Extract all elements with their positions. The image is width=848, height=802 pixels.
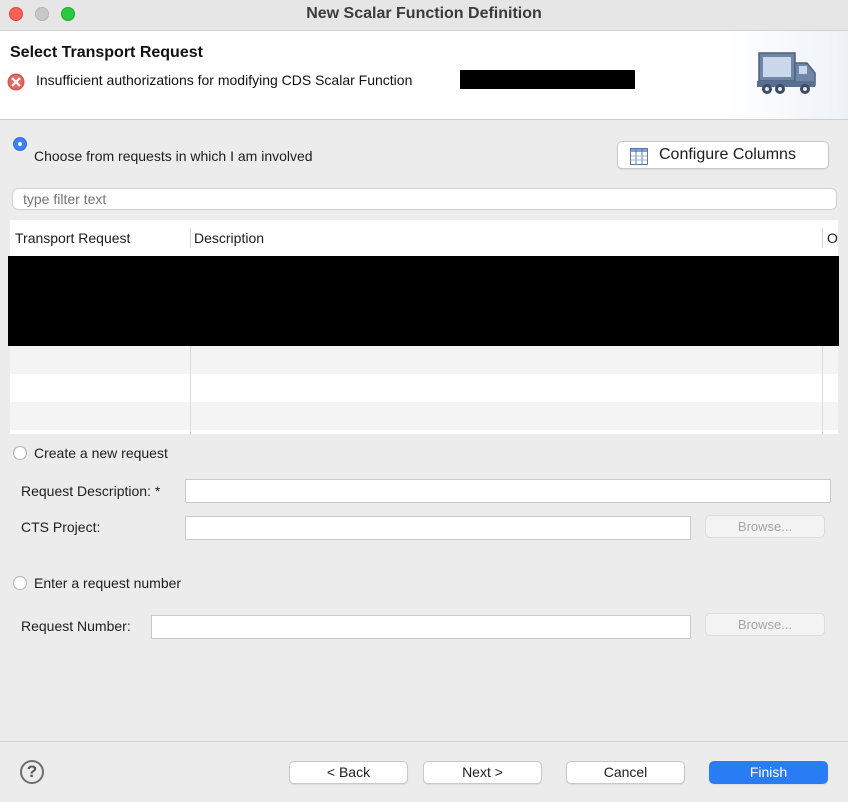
cts-project-browse-button[interactable]: Browse... [705, 515, 825, 538]
redacted-table-rows [8, 256, 839, 346]
create-request-label: Create a new request [34, 445, 168, 461]
column-header-transport-request[interactable]: Transport Request [15, 230, 130, 246]
enter-request-number-label: Enter a request number [34, 575, 182, 591]
wizard-header: Select Transport Request Insufficient au… [0, 31, 848, 120]
page-title: Select Transport Request [10, 44, 203, 61]
window-titlebar: New Scalar Function Definition [0, 0, 848, 31]
create-request-radio[interactable] [13, 446, 27, 460]
redacted-function-name [460, 70, 635, 89]
choose-request-label: Choose from requests in which I am invol… [34, 148, 313, 164]
column-header-owner[interactable]: O [827, 230, 838, 246]
table-row[interactable] [10, 402, 838, 430]
request-description-label: Request Description: * [21, 483, 161, 499]
request-description-field[interactable] [185, 479, 831, 503]
cts-project-label: CTS Project: [21, 519, 101, 535]
cts-project-field[interactable] [185, 516, 691, 540]
table-row[interactable] [10, 374, 838, 402]
next-button[interactable]: Next > [423, 761, 542, 784]
table-header: Transport Request Description O [10, 220, 838, 256]
configure-columns-label: Configure Columns [659, 146, 796, 163]
filter-input[interactable] [12, 188, 837, 210]
error-message: Insufficient authorizations for modifyin… [36, 72, 413, 88]
enter-request-number-radio[interactable] [13, 576, 27, 590]
configure-columns-button[interactable]: Configure Columns [617, 141, 829, 169]
cancel-button[interactable]: Cancel [566, 761, 685, 784]
help-icon[interactable]: ? [20, 760, 44, 784]
finish-button[interactable]: Finish [709, 761, 828, 784]
column-header-description[interactable]: Description [194, 230, 264, 246]
table-columns-icon [630, 148, 648, 165]
request-number-browse-button[interactable]: Browse... [705, 613, 825, 636]
back-button[interactable]: < Back [289, 761, 408, 784]
transport-truck-icon [757, 52, 816, 94]
window-title: New Scalar Function Definition [306, 5, 542, 22]
choose-request-radio[interactable] [13, 137, 27, 151]
error-circle-icon [7, 73, 25, 91]
request-number-label: Request Number: [21, 618, 131, 634]
request-number-field[interactable] [151, 615, 691, 639]
table-row[interactable] [10, 346, 838, 374]
